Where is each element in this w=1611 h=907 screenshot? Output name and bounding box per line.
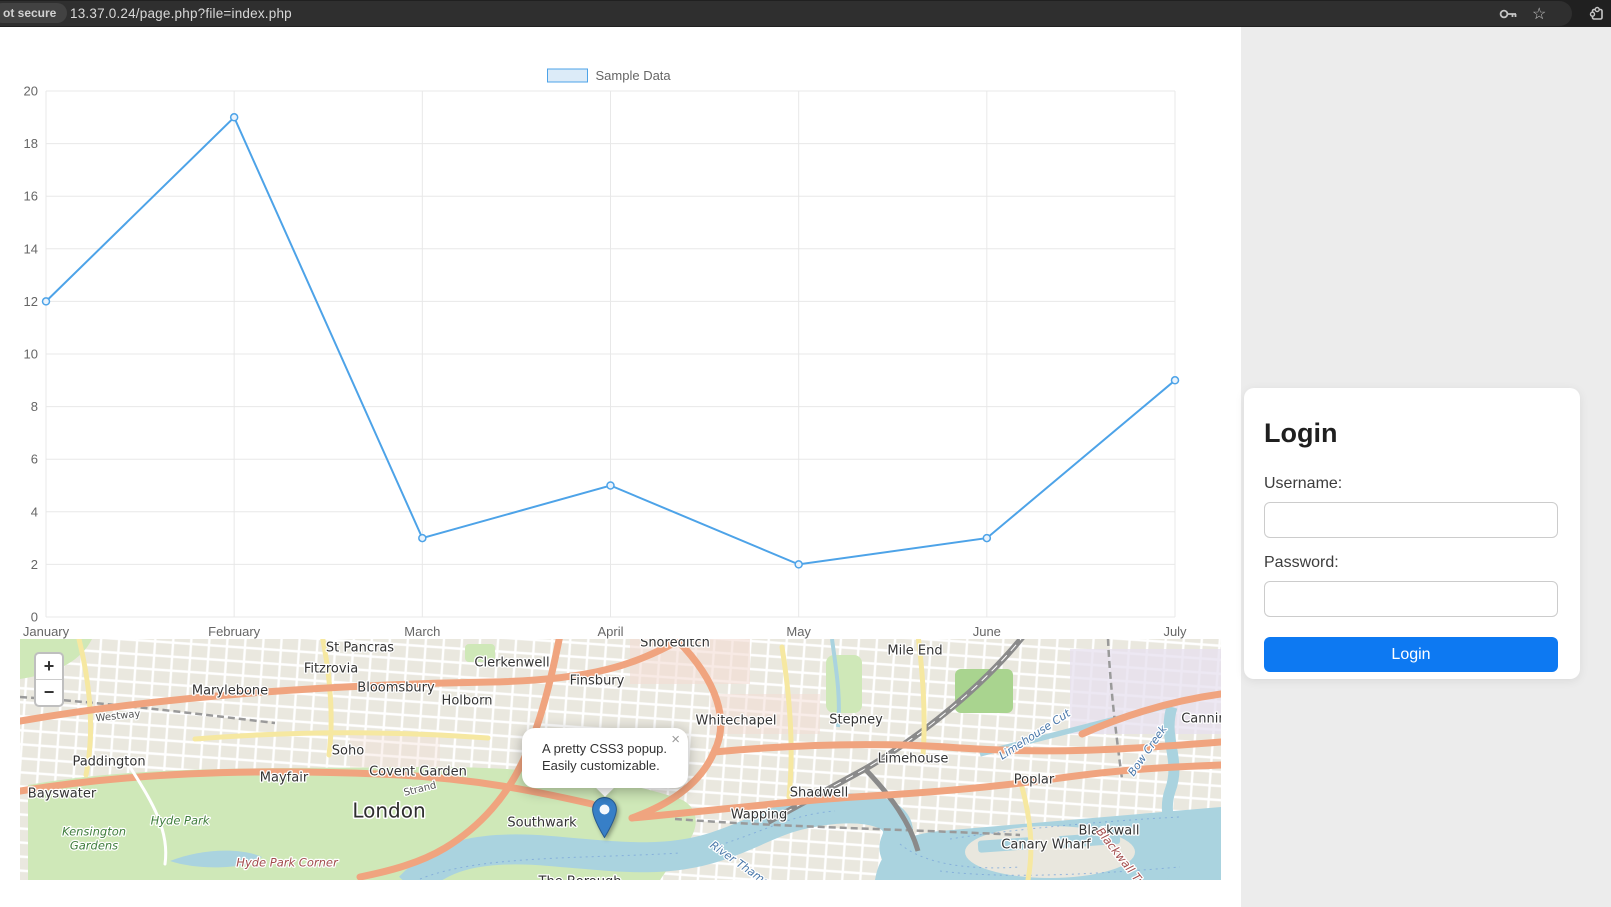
browser-toolbar: ot secure 13.37.0.24/page.php?file=index… (0, 0, 1611, 27)
svg-text:4: 4 (31, 504, 38, 519)
username-label: Username: (1264, 475, 1560, 493)
svg-text:May: May (786, 624, 811, 639)
map-label: Southwark (507, 816, 577, 831)
map-label: Clerkenwell (474, 656, 549, 671)
password-label: Password: (1264, 554, 1560, 572)
zoom-control: + − (34, 652, 64, 707)
svg-text:10: 10 (24, 347, 38, 362)
zoom-out-button[interactable]: − (36, 680, 62, 705)
svg-text:2: 2 (31, 557, 38, 572)
star-icon[interactable]: ☆ (1532, 0, 1546, 27)
popup-line2: Easily customizable. (542, 757, 678, 774)
map-label: Fitzrovia (304, 662, 358, 677)
map-label: Holborn (442, 694, 493, 709)
svg-text:20: 20 (24, 84, 38, 99)
svg-text:0: 0 (31, 610, 38, 625)
svg-text:January: January (23, 624, 70, 639)
url-text[interactable]: 13.37.0.24/page.php?file=index.php (70, 0, 292, 27)
svg-text:April: April (597, 624, 623, 639)
map-label: Bloomsbury (357, 681, 435, 696)
map-label: The Borough (538, 875, 622, 881)
popup-line1: A pretty CSS3 popup. (542, 740, 678, 757)
svg-text:February: February (208, 624, 261, 639)
password-input[interactable] (1264, 581, 1558, 617)
map-label: Poplar (1014, 773, 1055, 788)
svg-text:18: 18 (24, 136, 38, 151)
svg-text:Sample Data: Sample Data (596, 68, 672, 83)
map-label: Soho (332, 744, 364, 759)
map-popup: A pretty CSS3 popup. Easily customizable… (522, 728, 688, 788)
security-chip[interactable]: ot secure (0, 3, 67, 23)
map-label: Limehouse (878, 752, 949, 767)
extensions-icon[interactable] (1588, 0, 1605, 27)
login-button[interactable]: Login (1264, 637, 1558, 672)
right-panel: Login Username: Password: Login (1241, 27, 1611, 907)
svg-text:8: 8 (31, 399, 38, 414)
map-label: Marylebone (192, 684, 268, 699)
login-title: Login (1264, 418, 1560, 449)
svg-text:July: July (1163, 624, 1187, 639)
map-label: Hyde Park Corner (236, 856, 339, 870)
map-label: St Pancras (326, 641, 394, 656)
line-chart: 0 2 4 6 8 10 12 14 16 18 20 January February March Apr… (0, 27, 1241, 659)
map-label: Kensington (62, 825, 126, 839)
map-label: Hyde Park (151, 814, 211, 828)
map-label: Canary Wharf (1001, 838, 1091, 853)
svg-text:14: 14 (24, 241, 38, 256)
map-label: Stepney (829, 713, 883, 728)
login-card: Login Username: Password: Login (1244, 388, 1580, 679)
svg-text:12: 12 (24, 294, 38, 309)
username-input[interactable] (1264, 502, 1558, 538)
map-label: Shadwell (790, 786, 849, 801)
map-marker-icon[interactable] (592, 797, 617, 838)
map-label: Whitechapel (695, 714, 776, 729)
zoom-in-button[interactable]: + (36, 654, 62, 680)
map-label: Finsbury (570, 674, 625, 689)
map[interactable]: St Pancras Shoreditch Mile End Fitzrovia Cle… (20, 639, 1221, 880)
map-label: Shoreditch (640, 639, 710, 651)
map-label: Mayfair (260, 771, 309, 786)
map-label: Wapping (731, 808, 788, 823)
svg-text:June: June (973, 624, 1001, 639)
svg-text:March: March (404, 624, 440, 639)
map-label: Canning (1181, 712, 1221, 727)
map-label: Covent Garden (369, 765, 467, 780)
popup-close-button[interactable]: × (671, 731, 680, 748)
key-icon[interactable] (1498, 0, 1520, 27)
map-label: London (352, 799, 425, 823)
map-label: Paddington (72, 755, 145, 770)
svg-text:16: 16 (24, 189, 38, 204)
map-label: Mile End (887, 644, 942, 659)
map-label: Gardens (70, 839, 118, 853)
svg-text:6: 6 (31, 452, 38, 467)
map-label: Bayswater (28, 787, 97, 802)
